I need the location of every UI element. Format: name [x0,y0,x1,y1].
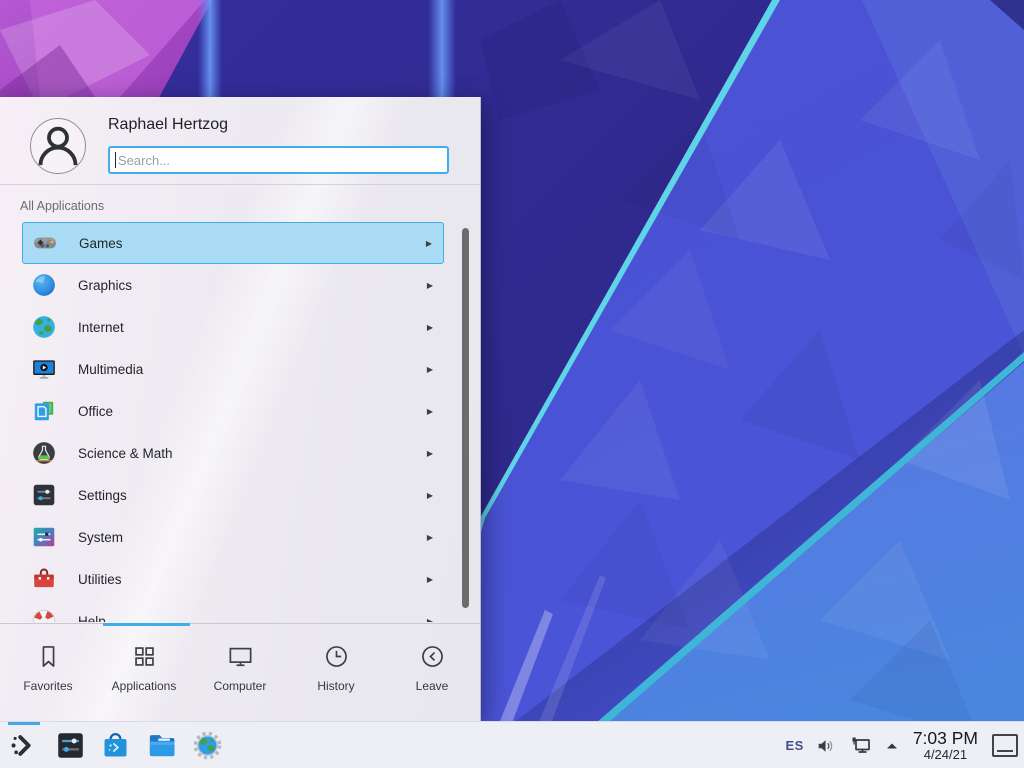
submenu-arrow-icon: ▶ [427,365,433,374]
submenu-arrow-icon: ▶ [427,491,433,500]
volume-button[interactable] [815,735,837,757]
category-games[interactable]: Games ▶ [22,222,444,264]
launcher-tab-bar: Favorites Applications [0,624,480,721]
application-launcher-menu: Raphael Hertzog Search... All Applicatio… [0,97,481,721]
category-multimedia[interactable]: Multimedia ▶ [22,348,444,390]
digital-clock[interactable]: 7:03 PM 4/24/21 [913,729,978,761]
tab-history[interactable]: History [288,624,384,721]
clock-date: 4/24/21 [913,748,978,762]
category-settings[interactable]: Settings ▶ [22,474,444,516]
tab-label: History [317,679,354,693]
folder-icon [146,730,177,761]
tab-label: Favorites [23,679,72,693]
scrollbar[interactable] [462,228,469,608]
category-label: Science & Math [78,446,173,461]
submenu-arrow-icon: ▶ [427,533,433,542]
discover-button[interactable] [100,730,131,761]
category-label: Utilities [78,572,122,587]
tab-computer[interactable]: Computer [192,624,288,721]
science-icon [31,440,57,466]
file-manager-button[interactable] [146,730,177,761]
system-settings-button[interactable] [55,730,86,761]
network-button[interactable] [848,733,874,759]
show-desktop-button[interactable] [992,734,1018,757]
category-internet[interactable]: Internet ▶ [22,306,444,348]
clock-icon [323,643,350,670]
launcher-header: Raphael Hertzog Search... [0,97,480,185]
tab-favorites[interactable]: Favorites [0,624,96,721]
internet-icon [31,314,57,340]
category-label: Internet [78,320,124,335]
monitor-icon [227,643,254,670]
graphics-icon [31,272,57,298]
clock-time: 7:03 PM [913,729,978,747]
caret-up-icon [885,739,899,753]
globe-gear-icon [192,730,223,761]
discover-icon [100,730,131,761]
category-list: Games ▶ Graphics ▶ [0,222,481,622]
utilities-icon [31,566,57,592]
submenu-arrow-icon: ▶ [427,407,433,416]
search-placeholder: Search... [118,153,170,168]
submenu-arrow-icon: ▶ [427,323,433,332]
tab-label: Applications [112,679,177,693]
speaker-icon [815,735,837,757]
user-name: Raphael Hertzog [108,116,228,134]
category-help[interactable]: Help ▶ [22,600,444,622]
category-label: Settings [78,488,127,503]
user-icon [31,119,85,173]
search-input[interactable]: Search... [108,146,449,174]
leave-icon [419,643,446,670]
submenu-arrow-icon: ▶ [426,239,432,248]
tab-leave[interactable]: Leave [384,624,480,721]
multimedia-icon [31,356,57,382]
system-icon [31,524,57,550]
tray-expander-button[interactable] [885,739,899,753]
submenu-arrow-icon: ▶ [427,617,433,623]
category-label: Office [78,404,113,419]
web-browser-button[interactable] [192,730,223,761]
wired-network-icon [848,733,874,759]
category-label: System [78,530,123,545]
taskbar: ES [0,721,1024,768]
category-science-math[interactable]: Science & Math ▶ [22,432,444,474]
category-label: Games [79,236,123,251]
launcher-active-indicator [8,722,40,725]
tab-label: Leave [416,679,449,693]
category-label: Help [78,614,106,623]
system-settings-icon [55,730,86,761]
text-caret [115,152,116,168]
show-desktop-icon [997,750,1013,752]
category-system[interactable]: System ▶ [22,516,444,558]
games-icon [32,230,58,256]
help-icon [31,608,57,622]
section-label: All Applications [20,199,104,213]
kde-launcher-icon [8,730,39,761]
submenu-arrow-icon: ▶ [427,449,433,458]
user-avatar[interactable] [30,118,86,174]
bookmark-icon [35,643,62,670]
category-office[interactable]: Office ▶ [22,390,444,432]
category-graphics[interactable]: Graphics ▶ [22,264,444,306]
submenu-arrow-icon: ▶ [427,281,433,290]
tab-applications[interactable]: Applications [96,624,192,721]
submenu-arrow-icon: ▶ [427,575,433,584]
application-launcher-button[interactable] [8,730,39,761]
category-utilities[interactable]: Utilities ▶ [22,558,444,600]
desktop: Raphael Hertzog Search... All Applicatio… [0,0,1024,768]
category-label: Multimedia [78,362,143,377]
settings-icon [31,482,57,508]
tab-label: Computer [214,679,267,693]
keyboard-layout-indicator[interactable]: ES [785,738,803,753]
office-icon [31,398,57,424]
app-grid-icon [131,643,158,670]
category-label: Graphics [78,278,132,293]
system-tray: ES [785,722,1018,768]
